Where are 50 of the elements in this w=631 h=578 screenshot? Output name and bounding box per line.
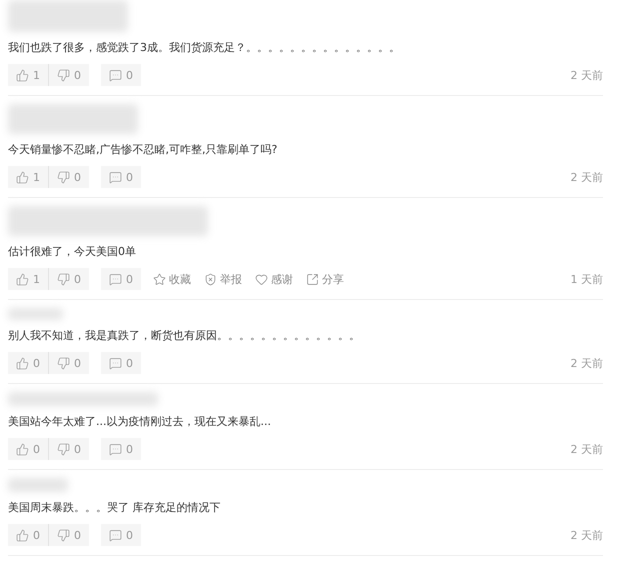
comment-text: 美国站今年太难了...以为疫情刚过去，现在又来暴乱... — [8, 414, 272, 430]
heart-icon — [255, 272, 268, 286]
reply-button[interactable]: 0 — [101, 524, 141, 546]
thumbs-up-icon — [16, 528, 29, 542]
like-button[interactable]: 0 — [8, 352, 49, 374]
thumbs-down-icon — [57, 272, 70, 286]
comment-icon — [109, 170, 122, 184]
like-button[interactable]: 0 — [8, 438, 49, 460]
thanks-link[interactable]: 感谢 — [255, 272, 293, 286]
like-button[interactable]: 1 — [8, 268, 49, 290]
comment-icon — [109, 442, 122, 456]
share-icon — [306, 272, 319, 286]
reply-button[interactable]: 0 — [101, 166, 141, 188]
thumbs-down-icon — [57, 356, 70, 370]
like-button[interactable]: 0 — [8, 524, 49, 546]
report-link[interactable]: 举报 — [204, 272, 242, 286]
comment-time: 2 天前 — [570, 442, 603, 456]
comment-time: 2 天前 — [570, 170, 603, 184]
comment-time: 2 天前 — [570, 68, 603, 82]
comment-time: 2 天前 — [570, 356, 603, 370]
star-icon — [153, 272, 166, 286]
like-button[interactable]: 1 — [8, 64, 49, 86]
reply-button[interactable]: 0 — [101, 438, 141, 460]
thumbs-down-icon — [57, 170, 70, 184]
thumbs-up-icon — [16, 170, 29, 184]
thumbs-up-icon — [16, 356, 29, 370]
comment-time: 1 天前 — [570, 272, 603, 286]
thumbs-up-icon — [16, 442, 29, 456]
like-button[interactable]: 1 — [8, 166, 49, 188]
thumbs-up-icon — [16, 68, 29, 82]
comment-icon — [109, 68, 122, 82]
star-link[interactable]: 收藏 — [153, 272, 191, 286]
thumbs-down-icon — [57, 528, 70, 542]
share-link[interactable]: 分享 — [306, 272, 344, 286]
reply-button[interactable]: 0 — [101, 352, 141, 374]
comment-text: 我们也跌了很多，感觉跌了3成。我们货源充足？。。。。。。。。。。。。。。 — [8, 40, 401, 56]
shield-icon — [204, 272, 217, 286]
thumbs-up-icon — [16, 272, 29, 286]
reply-button[interactable]: 0 — [101, 64, 141, 86]
thumbs-down-icon — [57, 68, 70, 82]
comment-time: 2 天前 — [570, 528, 603, 542]
comment-icon — [109, 356, 122, 370]
reply-button[interactable]: 0 — [101, 268, 141, 290]
comment-text: 今天销量惨不忍睹,广告惨不忍睹,可咋整,只靠刷单了吗? — [8, 142, 278, 158]
comment-text: 估计很难了，今天美国0单 — [8, 244, 137, 260]
comment-icon — [109, 272, 122, 286]
comment-text: 美国周末暴跌。。。哭了 库存充足的情况下 — [8, 500, 222, 516]
comment-icon — [109, 528, 122, 542]
comment-text: 别人我不知道，我是真跌了，断货也有原因。。。。。。。。。。。。。 — [8, 328, 361, 344]
thumbs-down-icon — [57, 442, 70, 456]
